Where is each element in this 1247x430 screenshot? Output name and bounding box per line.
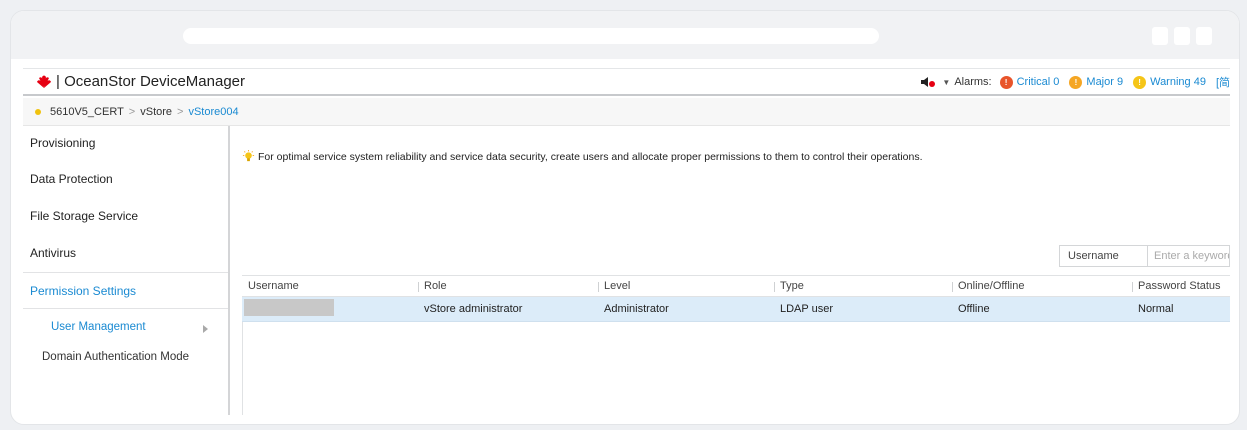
- column-header-username[interactable]: Username: [242, 280, 418, 292]
- warning-alarm-link[interactable]: Warning 49: [1150, 76, 1206, 88]
- sidebar-subitem-domain-authentication-mode[interactable]: Domain Authentication Mode: [42, 351, 189, 363]
- column-header-level[interactable]: Level: [598, 280, 774, 292]
- cell-type: LDAP user: [780, 303, 833, 315]
- browser-chrome: [11, 11, 1239, 59]
- sidebar-divider: [23, 308, 228, 309]
- breadcrumb-separator: >: [177, 105, 184, 118]
- users-table: Username Role Level Type Online/Offline …: [242, 275, 1230, 322]
- breadcrumb-item-vstore[interactable]: vStore: [140, 106, 172, 118]
- speaker-muted-icon[interactable]: [920, 76, 936, 88]
- cell-level: Administrator: [604, 303, 669, 315]
- cell-password-status: Normal: [1138, 303, 1174, 315]
- breadcrumb: 5610V5_CERT > vStore > vStore004: [23, 98, 1230, 126]
- device-manager-app: | OceanStor DeviceManager ▼ Alarms: ! Cr…: [23, 68, 1230, 415]
- breadcrumb-separator: >: [128, 105, 136, 118]
- window-button-minimize[interactable]: [1152, 27, 1168, 45]
- warning-alarm-icon: !: [1133, 75, 1147, 89]
- window-button-close[interactable]: [1196, 27, 1212, 45]
- major-alarm-icon: !: [1069, 75, 1083, 89]
- chevron-right-icon: [203, 325, 208, 333]
- alarm-summary: ▼ Alarms: ! Critical 0 ! Major 9 ! Warni…: [920, 69, 1230, 95]
- sidebar-subitem-user-management[interactable]: User Management: [51, 321, 146, 333]
- tip-text: For optimal service system reliability a…: [258, 150, 923, 163]
- language-link[interactable]: [简: [1216, 74, 1230, 90]
- cell-role: vStore administrator: [424, 303, 523, 315]
- sidebar-item-permission-settings[interactable]: Permission Settings: [30, 284, 136, 298]
- huawei-logo-icon: [37, 75, 51, 88]
- column-header-type[interactable]: Type: [774, 280, 952, 292]
- address-bar[interactable]: [183, 28, 879, 44]
- table-row[interactable]: vStore administrator Administrator LDAP …: [242, 297, 1230, 322]
- status-dot-icon: [35, 108, 41, 115]
- critical-alarm-icon: !: [999, 75, 1013, 89]
- alarms-dropdown-icon[interactable]: ▼: [942, 78, 950, 87]
- search-field-label[interactable]: Username: [1060, 246, 1148, 266]
- window-button-maximize[interactable]: [1174, 27, 1190, 45]
- sidebar-item-provisioning[interactable]: Provisioning: [30, 136, 95, 150]
- sidebar-item-antivirus[interactable]: Antivirus: [30, 246, 76, 260]
- cell-online-offline: Offline: [958, 303, 990, 315]
- sidebar: Provisioning Data Protection File Storag…: [23, 126, 230, 415]
- alarms-label: Alarms:: [954, 76, 992, 88]
- app-title-text: OceanStor DeviceManager: [64, 73, 246, 90]
- column-header-role[interactable]: Role: [418, 280, 598, 292]
- sidebar-item-file-storage-service[interactable]: File Storage Service: [30, 209, 138, 223]
- table-header: Username Role Level Type Online/Offline …: [242, 275, 1230, 297]
- column-header-online-offline[interactable]: Online/Offline: [952, 280, 1132, 292]
- cell-username: [242, 299, 418, 319]
- critical-alarm-link[interactable]: Critical 0: [1017, 76, 1060, 88]
- redacted-username: [244, 299, 334, 316]
- search-box: Username: [1059, 245, 1230, 267]
- major-alarm-link[interactable]: Major 9: [1086, 76, 1123, 88]
- sidebar-item-data-protection[interactable]: Data Protection: [30, 172, 113, 186]
- lightbulb-icon: [242, 150, 255, 162]
- search-input[interactable]: [1148, 246, 1229, 266]
- app-title: | OceanStor DeviceManager: [56, 73, 246, 90]
- top-bar: | OceanStor DeviceManager ▼ Alarms: ! Cr…: [23, 68, 1230, 96]
- tip-message: For optimal service system reliability a…: [242, 150, 923, 163]
- breadcrumb-item-device[interactable]: 5610V5_CERT: [50, 106, 124, 118]
- breadcrumb-item-current[interactable]: vStore004: [188, 106, 238, 118]
- sidebar-divider: [23, 272, 228, 273]
- main-content: For optimal service system reliability a…: [236, 126, 1230, 415]
- column-header-password-status[interactable]: Password Status: [1132, 280, 1230, 292]
